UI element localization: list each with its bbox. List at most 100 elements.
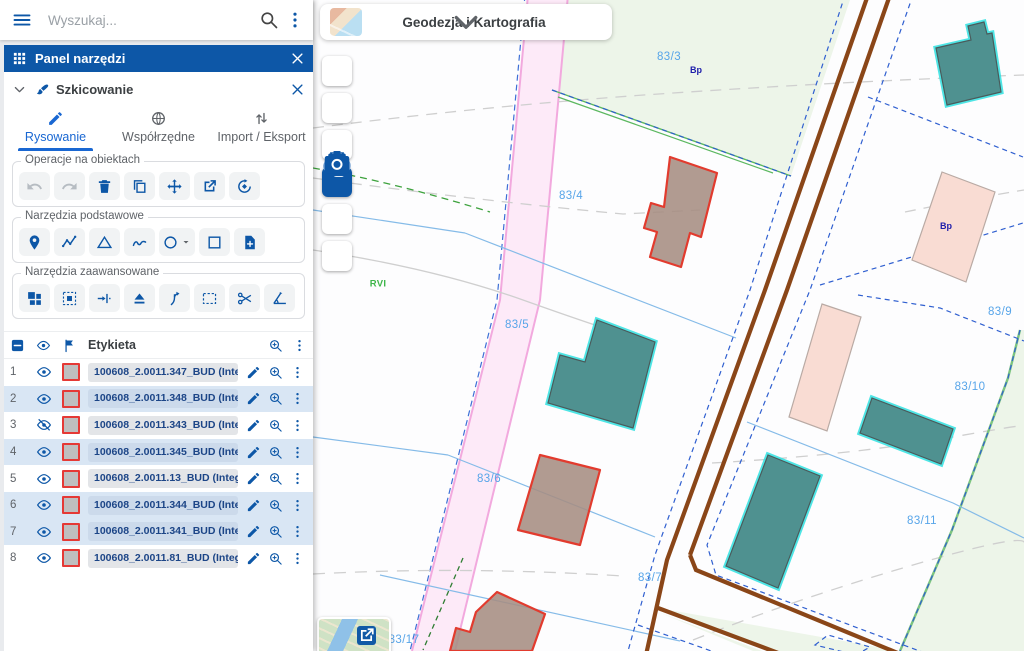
edit-layer-icon[interactable] <box>246 418 261 433</box>
edit-layer-icon[interactable] <box>246 498 261 513</box>
zoom-to-layer-icon[interactable] <box>268 445 283 460</box>
map-svg[interactable] <box>313 0 1024 651</box>
select-all-checkbox[interactable] <box>10 338 25 353</box>
style-swatch[interactable] <box>62 443 80 461</box>
layer-label-pill[interactable]: 100608_2.0011.348_BUD (Inte <box>88 389 238 408</box>
collapse-chevron-icon[interactable] <box>12 82 27 97</box>
tab-import-eksport[interactable]: Import / Eksport <box>210 105 313 151</box>
zoom-to-layer-icon[interactable] <box>268 551 283 566</box>
row-kebab-icon[interactable] <box>290 445 305 460</box>
tool-split-button[interactable] <box>159 284 190 312</box>
tool-select-area-button[interactable] <box>194 284 225 312</box>
style-swatch[interactable] <box>62 416 80 434</box>
toggle-all-visibility-eye-icon[interactable] <box>36 338 51 353</box>
tool-draw-freehand-button[interactable] <box>124 228 155 256</box>
overview-minimap[interactable] <box>317 617 391 651</box>
tab-rysowanie[interactable]: Rysowanie <box>4 105 107 151</box>
edit-layer-icon[interactable] <box>246 524 261 539</box>
tool-draw-polyline-button[interactable] <box>54 228 85 256</box>
close-panel-icon[interactable] <box>290 51 305 66</box>
buildings-pink[interactable] <box>789 172 995 431</box>
visibility-eye-icon[interactable] <box>36 364 62 380</box>
tool-buffer-button[interactable] <box>54 284 85 312</box>
layer-label-pill[interactable]: 100608_2.0011.81_BUD (Integ <box>88 549 238 568</box>
edit-layer-icon[interactable] <box>246 365 261 380</box>
row-kebab-icon[interactable] <box>290 498 305 513</box>
style-swatch[interactable] <box>62 496 80 514</box>
layer-label-pill[interactable]: 100608_2.0011.344_BUD (Inte <box>88 496 238 515</box>
row-kebab-icon[interactable] <box>290 524 305 539</box>
layer-label-pill[interactable]: 100608_2.0011.345_BUD (Inte <box>88 443 238 462</box>
edit-layer-icon[interactable] <box>246 471 261 486</box>
tool-draw-point-button[interactable] <box>19 228 50 256</box>
visibility-eye-icon[interactable] <box>36 444 62 460</box>
edit-layer-icon[interactable] <box>246 551 261 566</box>
edit-layer-icon[interactable] <box>246 391 261 406</box>
row-kebab-icon[interactable] <box>290 551 305 566</box>
tool-extrude-button[interactable] <box>124 284 155 312</box>
layer-label-pill[interactable]: 100608_2.0011.341_BUD (Integ <box>88 522 238 541</box>
style-swatch[interactable] <box>62 549 80 567</box>
edit-layer-icon[interactable] <box>246 445 261 460</box>
visibility-eye-icon[interactable] <box>36 471 62 487</box>
list-kebab-icon[interactable] <box>292 338 307 353</box>
tool-move-button[interactable] <box>159 172 190 200</box>
zoom-all-icon[interactable] <box>268 338 283 353</box>
visibility-eye-icon[interactable] <box>36 524 62 540</box>
building-sketch-13 <box>518 455 600 545</box>
tab-label: Rysowanie <box>25 130 86 144</box>
layer-label-pill[interactable]: 100608_2.0011.13_BUD (Integ <box>88 469 238 488</box>
tab-wspolrzedne[interactable]: Współrzędne <box>107 105 210 151</box>
map-canvas[interactable]: 83/3Bp83/4RVI83/583/683/783/1783/983/10B… <box>313 0 1024 651</box>
tool-offset-button[interactable] <box>89 284 120 312</box>
tool-add-from-file-button[interactable] <box>234 228 265 256</box>
etykieta-column-label: Etykieta <box>88 338 259 352</box>
tool-redo-button[interactable] <box>54 172 85 200</box>
tool-draw-rectangle-button[interactable] <box>199 228 230 256</box>
style-swatch[interactable] <box>62 523 80 541</box>
layer-label-pill[interactable]: 100608_2.0011.343_BUD (Inte <box>88 416 238 435</box>
zoom-to-layer-icon[interactable] <box>268 498 283 513</box>
tool-draw-polygon-button[interactable] <box>89 228 120 256</box>
tool-delete-button[interactable] <box>89 172 120 200</box>
zoom-to-layer-icon[interactable] <box>268 365 283 380</box>
map-tool-screenshot-button[interactable] <box>322 241 352 271</box>
visibility-eye-off-icon[interactable] <box>36 417 62 433</box>
visibility-eye-icon[interactable] <box>36 497 62 513</box>
tool-undo-button[interactable] <box>19 172 50 200</box>
tool-draw-circle-button[interactable] <box>159 228 195 256</box>
search-input[interactable] <box>46 12 249 29</box>
kebab-icon <box>290 524 305 539</box>
row-kebab-icon[interactable] <box>290 418 305 433</box>
zoom-to-layer-icon[interactable] <box>268 418 283 433</box>
expand-minimap-button[interactable] <box>357 626 376 645</box>
profile-selector[interactable]: Geodezja i Kartografia <box>320 4 612 40</box>
row-kebab-icon[interactable] <box>290 391 305 406</box>
zoom-to-layer-icon[interactable] <box>268 524 283 539</box>
layer-label-pill[interactable]: 100608_2.0011.347_BUD (Inte <box>88 363 238 382</box>
tool-copy-button[interactable] <box>124 172 155 200</box>
tool-merge-button[interactable] <box>19 284 50 312</box>
menu-icon[interactable] <box>12 10 32 30</box>
label-flag-icon[interactable] <box>62 338 77 353</box>
zoom-to-layer-icon[interactable] <box>268 471 283 486</box>
kebab-icon[interactable] <box>285 10 305 30</box>
search-icon[interactable] <box>259 10 279 30</box>
open-in-new-icon <box>201 178 218 195</box>
zoom-to-layer-icon[interactable] <box>268 391 283 406</box>
group-narz-dzia-zaawansowane: Narzędzia zaawansowane <box>12 273 305 319</box>
visibility-eye-icon[interactable] <box>36 391 62 407</box>
tool-measure-angle-button[interactable] <box>264 284 295 312</box>
close-section-icon[interactable] <box>290 82 305 97</box>
visibility-eye-icon[interactable] <box>36 550 62 566</box>
style-swatch[interactable] <box>62 390 80 408</box>
pencil-icon <box>246 524 261 539</box>
tool-cut-button[interactable] <box>229 284 260 312</box>
row-kebab-icon[interactable] <box>290 471 305 486</box>
layer-row-5: 5100608_2.0011.13_BUD (Integ <box>4 465 313 492</box>
style-swatch[interactable] <box>62 363 80 381</box>
row-kebab-icon[interactable] <box>290 365 305 380</box>
tool-edit-external-button[interactable] <box>194 172 225 200</box>
style-swatch[interactable] <box>62 470 80 488</box>
tool-rotate-button[interactable] <box>229 172 260 200</box>
